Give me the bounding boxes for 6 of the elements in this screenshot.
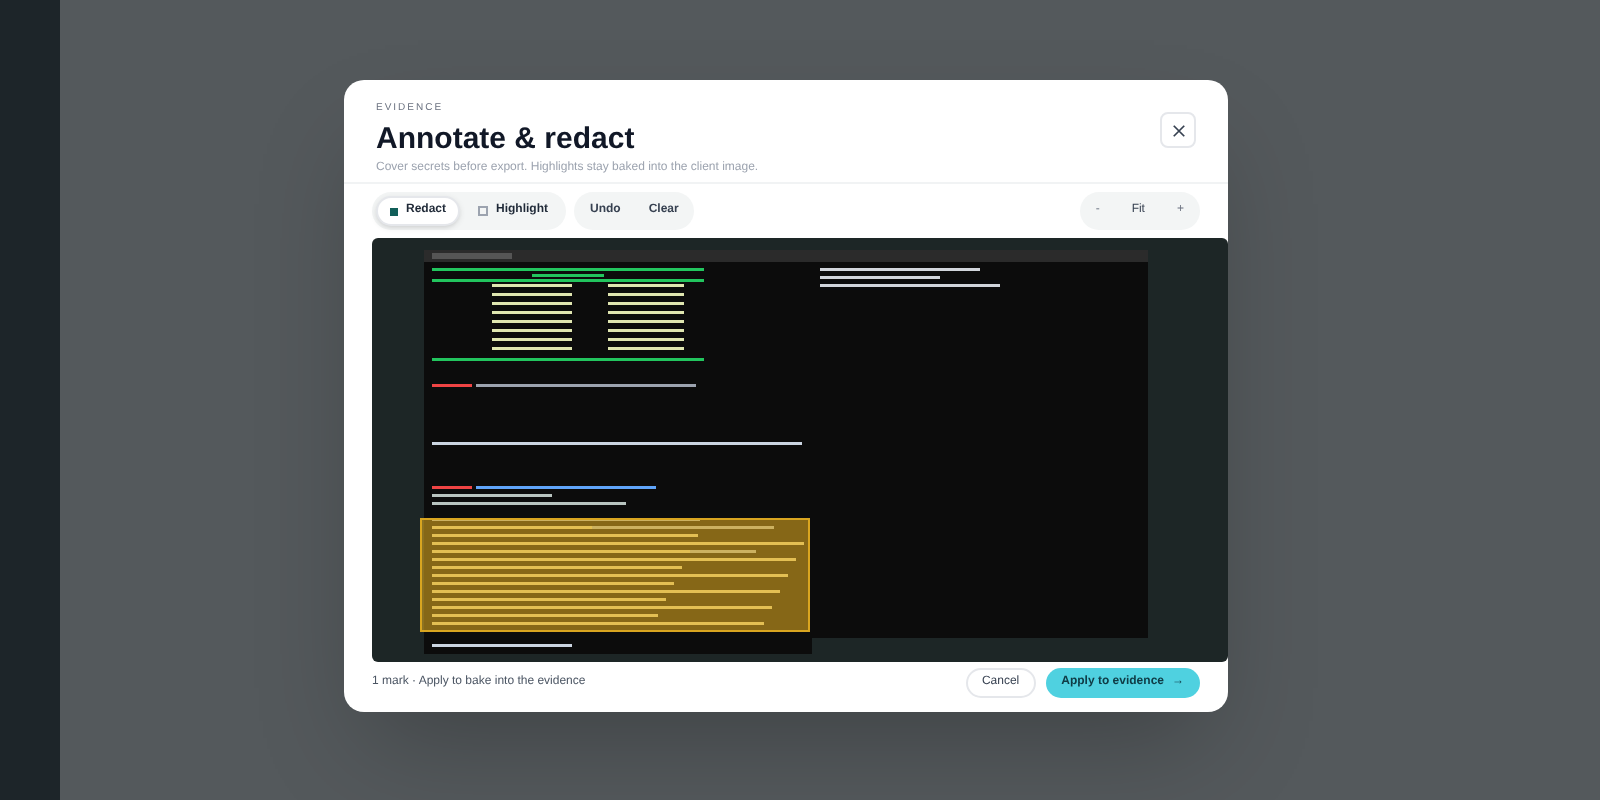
dialog-title: Annotate & redact [376, 124, 637, 154]
filled-square-icon [390, 207, 398, 215]
close-button[interactable] [1160, 112, 1196, 148]
square-outline-icon [478, 206, 489, 216]
close-icon [1171, 123, 1185, 137]
highlight-mark[interactable] [420, 518, 810, 632]
